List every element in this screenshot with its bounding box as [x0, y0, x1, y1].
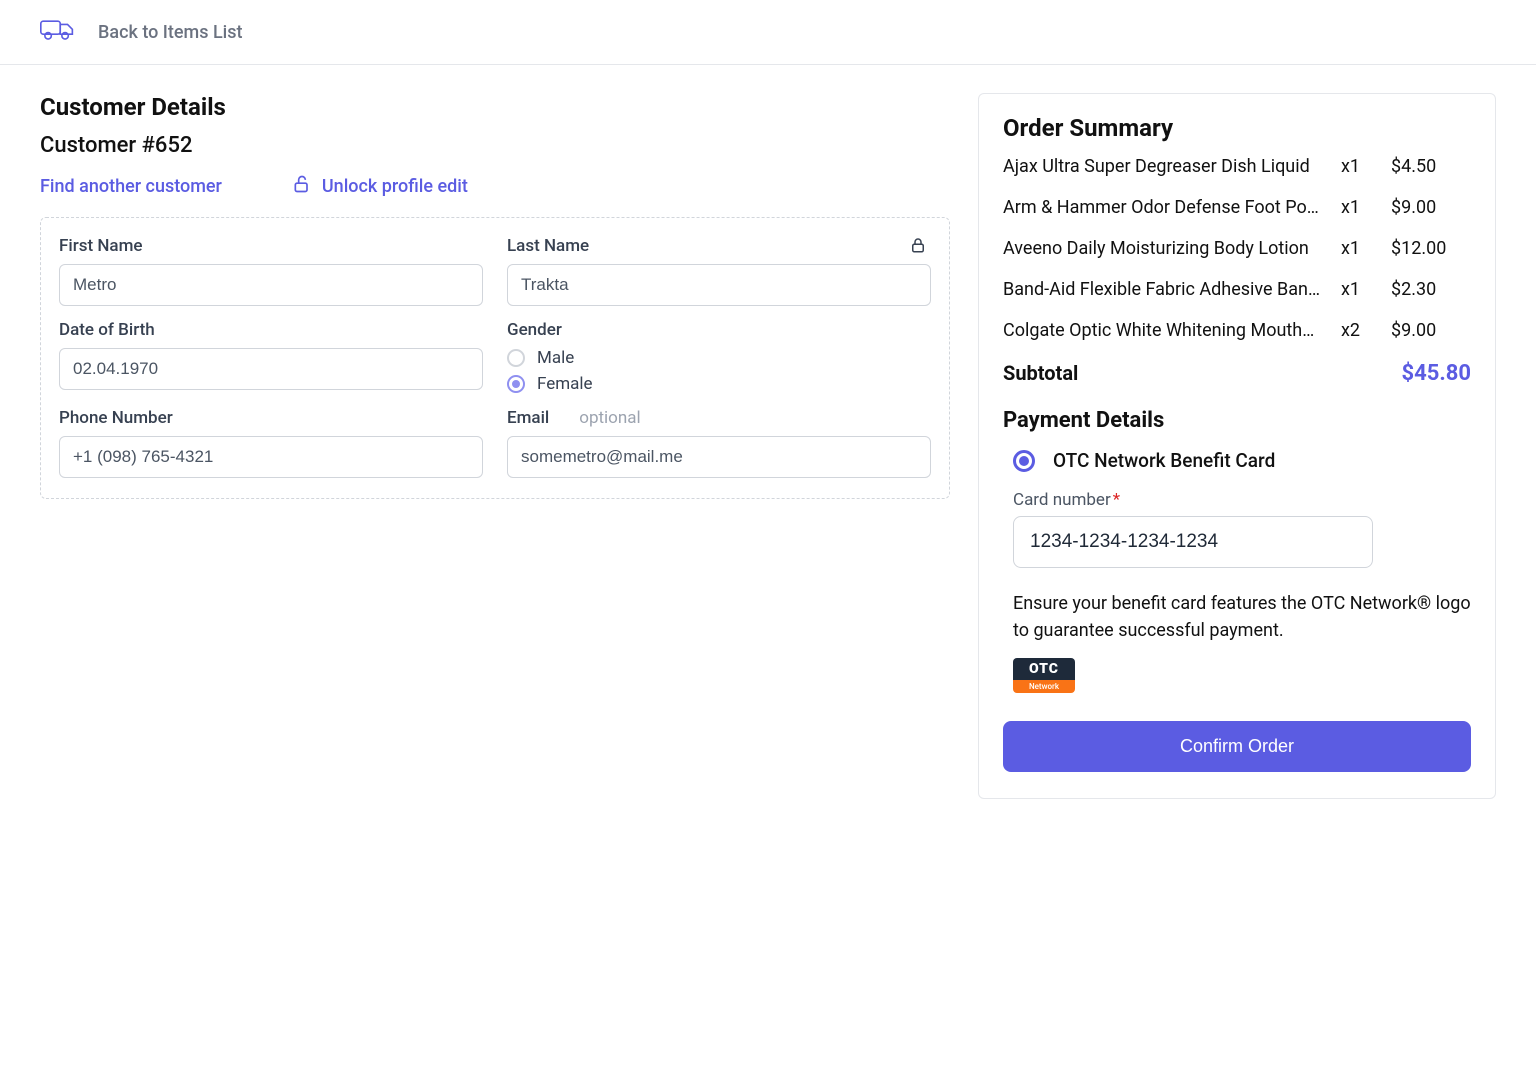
subtotal-label: Subtotal: [1003, 361, 1078, 386]
first-name-label: First Name: [59, 236, 483, 256]
order-item-qty: x1: [1341, 197, 1391, 218]
phone-input[interactable]: [59, 436, 483, 478]
order-item-price: $9.00: [1391, 197, 1471, 218]
otc-logo-bottom: Network: [1013, 680, 1075, 693]
lock-icon: [909, 236, 927, 258]
dob-label: Date of Birth: [59, 320, 483, 340]
order-item-qty: x1: [1341, 156, 1391, 177]
unlock-profile-label: Unlock profile edit: [322, 176, 468, 197]
first-name-input[interactable]: [59, 264, 483, 306]
gender-label: Gender: [507, 320, 931, 340]
order-item-row: Colgate Optic White Whitening Mouthwashx…: [1003, 320, 1471, 341]
confirm-order-button[interactable]: Confirm Order: [1003, 721, 1471, 772]
gender-male-label: Male: [537, 348, 574, 368]
email-input[interactable]: [507, 436, 931, 478]
gender-female-radio[interactable]: Female: [507, 374, 931, 394]
payment-option-label: OTC Network Benefit Card: [1053, 449, 1275, 472]
order-summary-title: Order Summary: [1003, 114, 1471, 142]
back-link[interactable]: Back to Items List: [98, 22, 243, 43]
radio-icon: [507, 349, 525, 367]
dob-input[interactable]: [59, 348, 483, 390]
customer-details-panel: Customer Details Customer #652 Find anot…: [40, 93, 950, 499]
phone-label: Phone Number: [59, 408, 483, 428]
last-name-label: Last Name: [507, 236, 931, 256]
otc-logo-top: OTC: [1013, 658, 1075, 680]
unlock-icon: [292, 174, 312, 199]
payment-option-otc[interactable]: OTC Network Benefit Card: [1003, 449, 1471, 472]
card-number-input[interactable]: [1013, 516, 1373, 568]
email-label: Email: [507, 408, 549, 428]
order-item-name: Colgate Optic White Whitening Mouthwash: [1003, 320, 1341, 341]
order-item-row: Band-Aid Flexible Fabric Adhesive Bandag…: [1003, 279, 1471, 300]
order-item-name: Band-Aid Flexible Fabric Adhesive Bandag…: [1003, 279, 1341, 300]
order-item-qty: x1: [1341, 279, 1391, 300]
unlock-profile-link[interactable]: Unlock profile edit: [292, 174, 468, 199]
radio-icon: [1013, 450, 1035, 472]
last-name-input[interactable]: [507, 264, 931, 306]
payment-details-title: Payment Details: [1003, 408, 1471, 433]
card-number-label: Card number: [1013, 490, 1111, 510]
order-item-price: $2.30: [1391, 279, 1471, 300]
order-item-row: Arm & Hammer Odor Defense Foot Powderx1$…: [1003, 197, 1471, 218]
order-item-price: $12.00: [1391, 238, 1471, 259]
topbar: Back to Items List: [0, 0, 1536, 65]
otc-network-logo: OTC Network: [1013, 658, 1075, 693]
radio-icon: [507, 375, 525, 393]
customer-id: Customer #652: [40, 133, 950, 158]
order-item-qty: x2: [1341, 320, 1391, 341]
required-indicator: *: [1113, 490, 1120, 510]
order-item-price: $4.50: [1391, 156, 1471, 177]
order-item-name: Aveeno Daily Moisturizing Body Lotion: [1003, 238, 1341, 259]
payment-helper-text: Ensure your benefit card features the OT…: [1003, 590, 1471, 644]
order-summary-panel: Order Summary Ajax Ultra Super Degreaser…: [978, 93, 1496, 799]
order-item-name: Ajax Ultra Super Degreaser Dish Liquid: [1003, 156, 1341, 177]
truck-icon: [40, 18, 74, 46]
subtotal-value: $45.80: [1402, 361, 1472, 386]
gender-female-label: Female: [537, 374, 593, 394]
gender-male-radio[interactable]: Male: [507, 348, 931, 368]
order-item-row: Ajax Ultra Super Degreaser Dish Liquidx1…: [1003, 156, 1471, 177]
email-optional-label: optional: [579, 408, 640, 428]
customer-details-title: Customer Details: [40, 93, 950, 121]
find-another-customer-link[interactable]: Find another customer: [40, 174, 222, 199]
order-item-qty: x1: [1341, 238, 1391, 259]
order-item-price: $9.00: [1391, 320, 1471, 341]
customer-form: First Name Last Name Date of: [40, 217, 950, 499]
order-item-row: Aveeno Daily Moisturizing Body Lotionx1$…: [1003, 238, 1471, 259]
order-item-name: Arm & Hammer Odor Defense Foot Powder: [1003, 197, 1341, 218]
